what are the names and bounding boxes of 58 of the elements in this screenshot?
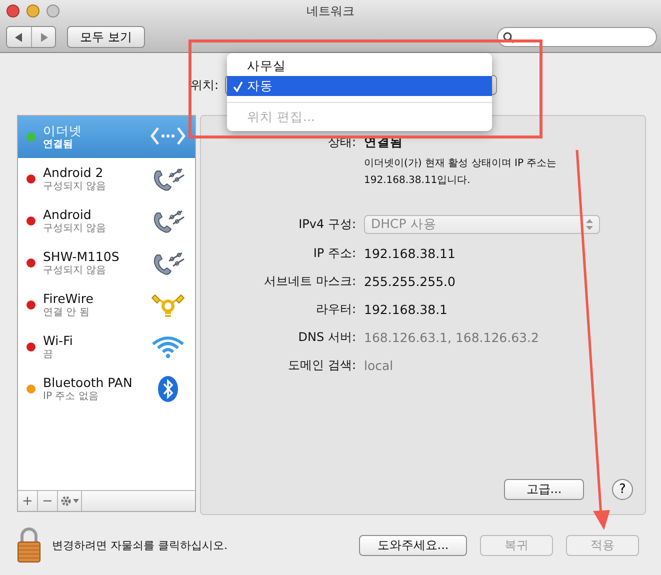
service-name: Android 2 xyxy=(43,165,104,180)
service-name: Bluetooth PAN xyxy=(43,375,134,390)
search-field[interactable] xyxy=(497,27,657,47)
service-status: 연결 안 됨 xyxy=(43,306,90,319)
service-item[interactable]: Bluetooth PAN IP 주소 없음 xyxy=(18,368,195,410)
field-value: 192.168.38.11 xyxy=(364,246,456,261)
service-status: 구성되지 않음 xyxy=(43,264,108,277)
lock-hint: 변경하려면 자물쇠를 클릭하십시오. xyxy=(52,538,228,552)
menu-item[interactable]: 자동 xyxy=(227,76,492,96)
service-name: Android xyxy=(43,207,92,222)
remove-button[interactable]: − xyxy=(38,491,58,511)
wifi-icon xyxy=(149,334,187,360)
field-label: IPv4 구성: xyxy=(298,216,356,233)
service-status: 끔 xyxy=(43,348,54,361)
forward-icon xyxy=(40,32,48,42)
zoom-button[interactable] xyxy=(46,4,60,18)
checkmark-icon xyxy=(233,80,243,92)
service-name: Wi-Fi xyxy=(43,333,74,348)
show-all-button[interactable]: 모두 보기 xyxy=(67,26,145,48)
back-icon xyxy=(15,32,23,42)
service-name: FireWire xyxy=(43,291,94,306)
service-item[interactable]: Android 구성되지 않음 xyxy=(18,200,195,242)
forward-button[interactable] xyxy=(31,27,55,47)
advanced-button[interactable]: 고급... xyxy=(504,479,584,500)
field-value: 168.126.63.1, 168.126.63.2 xyxy=(364,330,540,345)
field-value: 255.255.255.0 xyxy=(364,274,456,289)
field-label: IP 주소: xyxy=(312,245,356,262)
close-button[interactable] xyxy=(6,4,20,18)
service-name: SHW-M110S xyxy=(43,249,120,264)
add-button[interactable]: + xyxy=(18,491,38,511)
field-label: 서브네트 마스크: xyxy=(263,273,356,290)
window-title: 네트워크 xyxy=(306,2,356,20)
field-label: 라우터: xyxy=(314,301,356,318)
minimize-button[interactable] xyxy=(26,4,40,18)
field-value: local xyxy=(364,358,394,373)
help-assist-button[interactable]: 도와주세요... xyxy=(359,534,467,556)
service-item[interactable]: FireWire 연결 안 됨 xyxy=(18,284,195,326)
field-label: 도메인 검색: xyxy=(287,357,356,374)
help-button[interactable]: ? xyxy=(612,479,633,500)
field-label: DNS 서버: xyxy=(297,329,356,346)
search-icon xyxy=(503,32,514,42)
service-item[interactable]: SHW-M110S 구성되지 않음 xyxy=(18,242,195,284)
service-status: IP 주소 없음 xyxy=(43,390,100,403)
service-status: 구성되지 않음 xyxy=(43,222,108,235)
stepper-icon xyxy=(586,219,593,230)
lock-icon[interactable] xyxy=(16,526,42,564)
gear-icon xyxy=(60,495,80,507)
menu-item[interactable]: 사무실 xyxy=(227,56,492,76)
service-item[interactable]: Android 2 구성되지 않음 xyxy=(18,158,195,200)
service-name: 이더넷 xyxy=(43,123,83,138)
status-description: 이더넷이(가) 현재 활성 상태이며 IP 주소는 192.168.38.11입니다. xyxy=(364,157,558,188)
service-status: 구성되지 않음 xyxy=(43,180,108,193)
service-status: 연결됨 xyxy=(43,138,74,151)
location-label: 위치: xyxy=(190,76,219,94)
service-item[interactable]: Wi-Fi 끔 xyxy=(18,326,195,368)
firewire-icon xyxy=(149,292,187,318)
back-button[interactable] xyxy=(7,27,31,47)
field-value: 192.168.38.1 xyxy=(364,302,448,317)
